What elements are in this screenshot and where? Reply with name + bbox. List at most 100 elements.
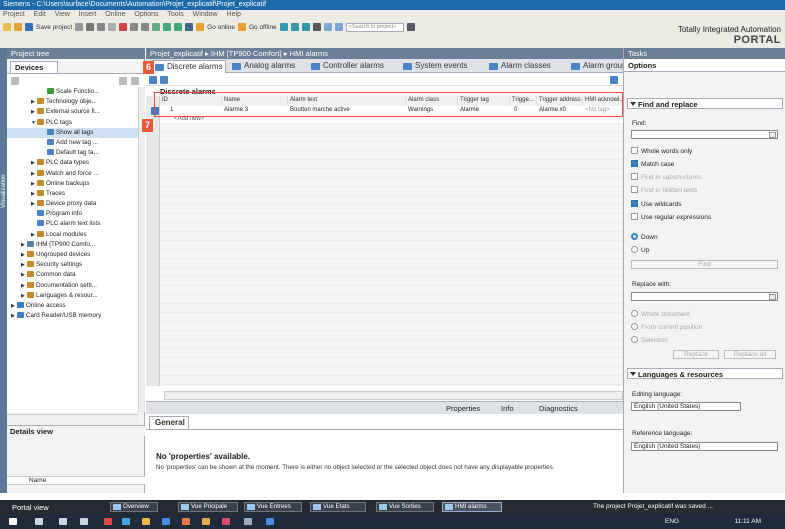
store-icon[interactable] [162,518,170,525]
menu-view[interactable]: View [55,11,70,18]
tab-discrete-alarms[interactable]: Discrete alarms [151,60,226,73]
general-tab[interactable]: General [149,416,189,429]
go-offline-icon[interactable] [237,23,246,31]
use-wildcards-checkbox[interactable]: Use wildcards [631,200,681,209]
tree-vertical-scrollbar[interactable] [138,87,145,412]
chevron-down-icon[interactable] [769,294,776,300]
match-case-checkbox[interactable]: Match case [631,160,674,169]
tree-grid-icon[interactable] [119,77,127,85]
menu-options[interactable]: Options [134,11,158,18]
save-project-button[interactable]: Save project [36,24,72,31]
insert-row-icon[interactable] [160,76,168,84]
tia-icon[interactable] [244,518,252,525]
save-icon[interactable] [25,23,33,31]
tree-item[interactable]: Show all tags [7,127,138,138]
vue-entrees-task[interactable]: Vue Entrees [244,502,302,512]
find-button[interactable]: Find [631,260,778,269]
whole-document-radio[interactable]: Whole document [631,310,690,319]
tree-horizontal-scrollbar[interactable] [7,414,138,423]
tree-item[interactable]: ▶ Device proxy data [7,199,138,209]
tree-item[interactable]: ▶ PLC data types [7,158,138,168]
go-online-button[interactable]: Go online [207,24,235,31]
search-icon[interactable] [35,518,43,525]
diagnostics-tab[interactable]: Diagnostics [539,404,578,413]
chevron-down-icon[interactable] [769,132,776,138]
tree-item[interactable]: ▶ Traces [7,189,138,199]
selection-radio[interactable]: Selection [631,336,668,345]
split-horizontal-icon[interactable] [323,23,332,31]
editing-language-select[interactable]: English (United States) [631,402,741,411]
tab-alarm-classes[interactable]: Alarm classes [486,60,566,73]
cut-icon[interactable] [86,23,95,31]
menu-insert[interactable]: Insert [79,11,97,18]
app2-icon[interactable] [202,518,210,525]
go-offline-button[interactable]: Go offline [249,24,277,31]
tree-item[interactable]: ▶ Local modules [7,230,138,240]
replace-button[interactable]: Replace [673,350,719,359]
replace-input[interactable] [631,292,778,301]
upload-icon[interactable] [174,23,183,31]
tree-item[interactable]: ▶ Common data [7,270,138,280]
app4-icon[interactable] [266,518,274,525]
explorer-icon[interactable] [142,518,150,525]
start-cpu-icon[interactable] [290,23,299,31]
from-current-position-radio[interactable]: From current position [631,323,702,332]
vue-etats-task[interactable]: Vue Etats [310,502,366,512]
compile-icon[interactable] [152,23,161,31]
tree-item[interactable]: Program info [7,209,138,219]
office-icon[interactable] [182,518,190,525]
tree-item[interactable]: Default tag ta... [7,148,138,158]
find-input[interactable] [631,130,778,139]
regex-checkbox[interactable]: Use regular expressions [631,213,711,222]
tree-item[interactable]: ▼ PLC tags [7,118,138,128]
find-replace-section[interactable]: Find and replace [627,98,783,109]
tree-item[interactable]: ▶ Documentation setti... [7,281,138,291]
tree-item[interactable]: ▶ Online access [7,301,138,311]
stop-cpu-icon[interactable] [301,23,310,31]
tab-controller-alarms[interactable]: Controller alarms [308,60,398,73]
task-view-icon[interactable] [80,518,88,525]
tree-item[interactable]: ▶ Card Reader/USB memory [7,311,138,321]
menu-tools[interactable]: Tools [167,11,183,18]
go-online-icon[interactable] [196,23,205,31]
tab-system-events[interactable]: System events [400,60,484,73]
tree-item[interactable]: ▶ Online backups [7,179,138,189]
print-icon[interactable] [75,23,84,31]
undo-icon[interactable] [130,23,139,31]
replace-all-button[interactable]: Replace all [724,350,776,359]
app3-icon[interactable] [222,518,230,525]
edge-icon[interactable] [122,518,130,525]
find-substructures-checkbox[interactable]: Find in substructures [631,173,701,182]
tree-item[interactable]: ▶ Technology obje... [7,97,138,107]
lang-indicator[interactable]: ENG [665,518,679,525]
tree-item[interactable]: Scale Functio... [7,87,138,97]
copy-icon[interactable] [97,23,106,31]
tree-view-icon[interactable] [11,77,19,85]
menu-help[interactable]: Help [227,11,241,18]
down-radio[interactable]: Down [631,233,658,242]
paste-icon[interactable] [108,23,117,31]
tree-item[interactable]: ▶ IHM [TP900 Comfo... [7,240,138,250]
tree-item[interactable]: PLC alarm text lists [7,219,138,229]
whole-words-checkbox[interactable]: Whole words only [631,147,692,156]
grid-horizontal-scrollbar[interactable] [164,391,623,400]
menu-edit[interactable]: Edit [34,11,46,18]
accessible-devices-icon[interactable] [279,23,288,31]
search-icon[interactable] [406,23,415,31]
tab-alarm-groups[interactable]: Alarm groups [568,60,631,73]
redo-icon[interactable] [141,23,150,31]
vue-sorties-task[interactable]: Vue Sorties [376,502,434,512]
split-vertical-icon[interactable] [334,23,343,31]
delete-icon[interactable] [119,23,128,31]
tree-item[interactable]: Add new tag ... [7,138,138,148]
tree-item[interactable]: ▶ Watch and force ... [7,169,138,179]
cross-reference-icon[interactable] [312,23,321,31]
editor-settings-icon[interactable] [610,76,618,84]
tree-tools-icon[interactable] [131,77,139,85]
tab-analog-alarms[interactable]: Analog alarms [229,60,305,73]
menu-project[interactable]: Project [3,11,25,18]
details-view-header[interactable]: Details view [7,425,145,436]
properties-tab[interactable]: Properties [446,404,480,413]
portal-view-button[interactable]: Portal view [12,503,49,512]
devices-tab[interactable]: Devices [10,61,58,73]
